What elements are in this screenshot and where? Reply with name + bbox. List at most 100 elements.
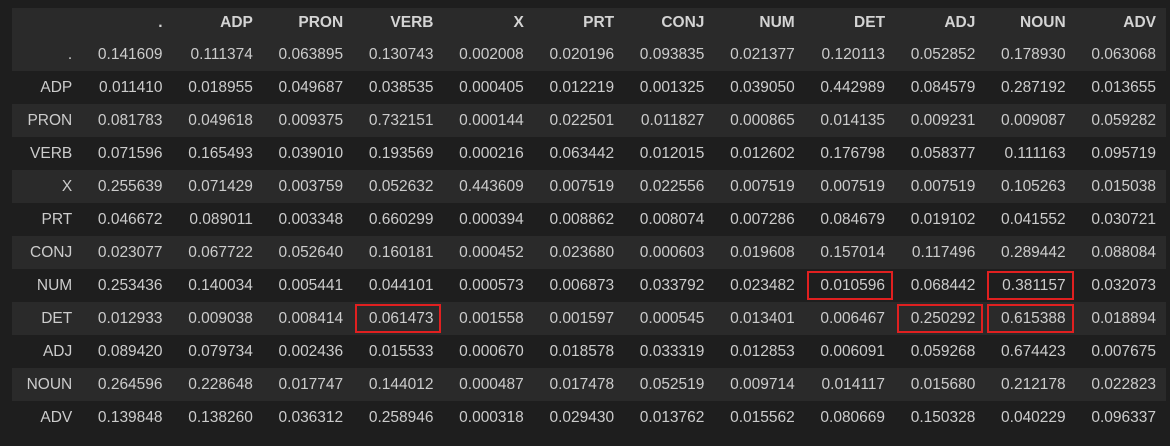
table-cell: 0.052632 <box>353 170 443 203</box>
cell-value: 0.160181 <box>368 243 434 261</box>
table-cell: 0.001325 <box>624 71 714 104</box>
cell-value: 0.287192 <box>1001 78 1066 96</box>
cell-value: 0.003759 <box>278 177 344 195</box>
table-row: NOUN 0.264596 0.228648 0.017747 0.144012 0.00… <box>12 368 1166 401</box>
cell-value: 0.111163 <box>1004 144 1066 162</box>
cell-value: 0.006873 <box>549 276 615 294</box>
table-row: CONJ 0.023077 0.067722 0.052640 0.160181 0.00… <box>12 236 1166 269</box>
cell-value: 0.014117 <box>821 375 886 393</box>
cell-value: 0.000452 <box>459 243 524 261</box>
table-cell: 0.018955 <box>173 71 263 104</box>
cell-value: 0.258946 <box>368 408 434 426</box>
table-cell: 0.144012 <box>353 368 443 401</box>
table-cell: 0.141609 <box>82 38 172 71</box>
column-header: ADP <box>172 8 263 38</box>
column-header: CONJ <box>624 8 715 38</box>
row-label: NOUN <box>26 375 73 393</box>
table-cell: 0.381157 <box>985 269 1075 302</box>
column-header: X <box>443 8 534 38</box>
table-cell: 0.049618 <box>173 104 263 137</box>
cell-value: 0.007519 <box>910 177 976 195</box>
cell-value: 0.000573 <box>459 276 524 294</box>
cell-value: 0.041552 <box>1001 210 1066 228</box>
table-cell: 0.012015 <box>624 137 714 170</box>
table-cell: 0.250292 <box>895 302 985 335</box>
table-cell: 0.015562 <box>714 401 804 434</box>
cell-value: 0.381157 <box>1002 276 1066 294</box>
table-cell: 0.264596 <box>82 368 172 401</box>
cell-value: 0.000865 <box>730 111 795 129</box>
cell-value: 0.071429 <box>188 177 253 195</box>
table-cell: 0.150328 <box>895 401 985 434</box>
table-cell: 0.089420 <box>82 335 172 368</box>
cell-value: 0.063068 <box>1091 45 1156 63</box>
cell-value: 0.255639 <box>97 177 163 195</box>
cell-value: 0.049618 <box>188 111 253 129</box>
table-cell: 0.007286 <box>714 203 804 236</box>
table-row: PRT 0.046672 0.089011 0.003348 0.660299 0.000… <box>12 203 1166 236</box>
table-cell: 0.011410 <box>82 71 172 104</box>
table-cell: 0.000394 <box>443 203 533 236</box>
cell-value: 0.111374 <box>190 45 253 63</box>
cell-value: 0.039010 <box>278 144 344 162</box>
table-cell: 0.105263 <box>985 170 1075 203</box>
table-cell: 0.176798 <box>805 137 895 170</box>
column-header: ADV <box>1075 8 1166 38</box>
cell-value: 0.033319 <box>639 342 705 360</box>
table-cell: 0.111374 <box>173 38 263 71</box>
cell-value: 0.063442 <box>549 144 615 162</box>
cell-value: 0.003348 <box>278 210 344 228</box>
cell-value: 0.018578 <box>549 342 615 360</box>
cell-value: 0.000144 <box>459 111 524 129</box>
cell-value: 0.008414 <box>278 309 344 327</box>
table-cell: 0.008414 <box>263 302 353 335</box>
cell-value: 0.007519 <box>549 177 615 195</box>
cell-value: 0.009038 <box>188 309 253 327</box>
cell-value: 0.176798 <box>820 144 886 162</box>
cell-value: 0.052519 <box>639 375 705 393</box>
table-cell: 0.005441 <box>263 269 353 302</box>
transition-matrix-table: . ADP PRON VERB X PRT CONJ NUM DET ADJ NOUN ADV . 0.… <box>12 8 1166 434</box>
cell-value: 0.088084 <box>1091 243 1156 261</box>
cell-value: 0.008862 <box>549 210 615 228</box>
cell-value: 0.019608 <box>730 243 795 261</box>
table-cell: 0.674423 <box>985 335 1075 368</box>
row-label: PRT <box>41 210 73 228</box>
table-cell: 0.059268 <box>895 335 985 368</box>
table-cell: 0.120113 <box>805 38 895 71</box>
table-cell: 0.023077 <box>82 236 172 269</box>
header-row: . ADP PRON VERB X PRT CONJ NUM DET ADJ NOUN ADV <box>12 8 1166 38</box>
table-cell: 0.032073 <box>1076 269 1166 302</box>
table-cell: 0.002436 <box>263 335 353 368</box>
table-row: . 0.141609 0.111374 0.063895 0.130743 0.00200… <box>12 38 1166 71</box>
row-label: X <box>61 177 73 195</box>
table-cell: 0.017478 <box>534 368 624 401</box>
table-cell: 0.165493 <box>173 137 263 170</box>
table-cell: 0.015533 <box>353 335 443 368</box>
table-cell: 0.020196 <box>534 38 624 71</box>
table-cell: 0.052852 <box>895 38 985 71</box>
cell-value: 0.140034 <box>188 276 253 294</box>
cell-value: 0.007286 <box>730 210 795 228</box>
cell-value: 0.130743 <box>368 45 434 63</box>
cell-value: 0.178930 <box>1001 45 1066 63</box>
table-cell: 0.289442 <box>985 236 1075 269</box>
cell-value: 0.040229 <box>1001 408 1066 426</box>
cell-value: 0.006091 <box>820 342 886 360</box>
column-header: ADJ <box>895 8 986 38</box>
cell-value: 0.002008 <box>459 45 524 63</box>
row-label: DET <box>41 309 73 327</box>
cell-value: 0.022823 <box>1091 375 1156 393</box>
row-label: . <box>67 45 73 63</box>
cell-value: 0.015680 <box>910 375 976 393</box>
cell-value: 0.009087 <box>1001 111 1066 129</box>
cell-value: 0.022556 <box>639 177 705 195</box>
table-cell: 0.061473 <box>353 302 443 335</box>
table-cell: 0.033319 <box>624 335 714 368</box>
table-cell: 0.000670 <box>443 335 533 368</box>
table-cell: 0.009087 <box>985 104 1075 137</box>
cell-value: 0.138260 <box>188 408 253 426</box>
table-cell: 0.000603 <box>624 236 714 269</box>
cell-value: 0.253436 <box>97 276 163 294</box>
table-cell: 0.130743 <box>353 38 443 71</box>
